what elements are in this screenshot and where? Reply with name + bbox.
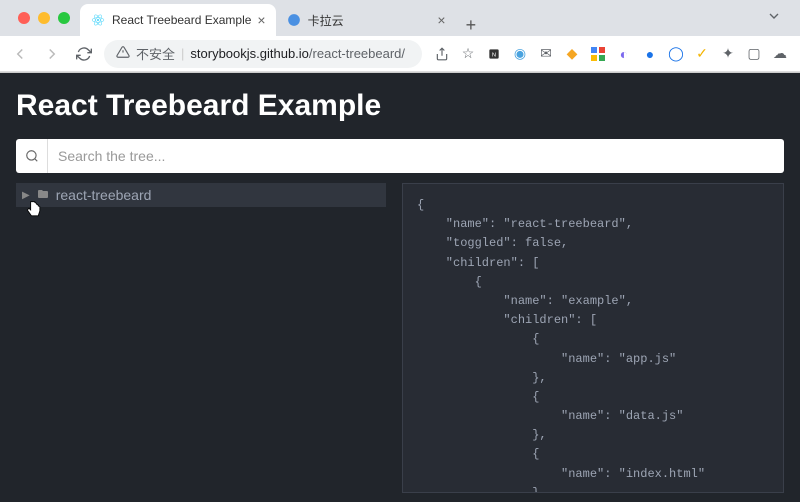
close-tab-icon[interactable]: × (257, 12, 265, 28)
panels: ▶ react-treebeard { "name": "react-treeb… (16, 183, 784, 493)
json-viewer: { "name": "react-treebeard", "toggled": … (402, 183, 784, 493)
caret-right-icon: ▶ (22, 190, 30, 201)
svg-text:N: N (492, 52, 496, 58)
cursor-hand-icon (24, 199, 44, 226)
tab-bar: React Treebeard Example × 卡拉云 × + (0, 0, 800, 36)
address-bar: 不安全 | storybookjs.github.io/react-treebe… (0, 36, 800, 72)
window-controls (8, 12, 80, 24)
tab-label: React Treebeard Example (112, 13, 251, 27)
extensions-icon[interactable]: ✦ (720, 46, 736, 62)
tree-node-root[interactable]: ▶ react-treebeard (16, 183, 386, 207)
extension-icon[interactable]: ◯ (668, 46, 684, 62)
extension-icon[interactable]: ▢ (746, 46, 762, 62)
reload-button[interactable] (72, 42, 96, 66)
not-secure-icon (116, 45, 130, 62)
extension-icon[interactable]: ◐ (616, 46, 632, 62)
minimize-window-button[interactable] (38, 12, 50, 24)
tab-kalayun[interactable]: 卡拉云 × (276, 4, 456, 36)
expand-tabs-icon[interactable] (756, 8, 792, 29)
back-button[interactable] (8, 42, 32, 66)
share-icon[interactable] (434, 46, 450, 62)
tree-node-label: react-treebeard (56, 187, 152, 203)
extension-icon[interactable]: ✓ (694, 46, 710, 62)
close-window-button[interactable] (18, 12, 30, 24)
folder-icon (36, 188, 50, 203)
extension-icon[interactable] (590, 46, 606, 62)
app-content: React Treebeard Example ▶ react-treebear… (0, 73, 800, 502)
bookmark-icon[interactable]: ☆ (460, 46, 476, 62)
extension-icon[interactable]: ☁ (772, 46, 788, 62)
forward-button[interactable] (40, 42, 64, 66)
react-favicon-icon (90, 12, 106, 28)
close-tab-icon[interactable]: × (437, 12, 445, 28)
extension-icon[interactable]: ◉ (512, 46, 528, 62)
search-box (16, 139, 784, 173)
browser-chrome: React Treebeard Example × 卡拉云 × + (0, 0, 800, 73)
toolbar-icons: ☆ N ◉ ✉ ◆ ◐ ● ◯ ✓ ✦ ▢ ☁ (430, 46, 792, 62)
kalayun-favicon-icon (286, 12, 302, 28)
maximize-window-button[interactable] (58, 12, 70, 24)
search-icon (16, 139, 48, 173)
extension-icon[interactable]: N (486, 46, 502, 62)
security-label: 不安全 (136, 44, 175, 63)
tab-label: 卡拉云 (308, 12, 432, 29)
new-tab-button[interactable]: + (456, 15, 487, 36)
tab-react-treebeard[interactable]: React Treebeard Example × (80, 4, 276, 36)
search-input[interactable] (48, 139, 784, 173)
tabs: React Treebeard Example × 卡拉云 × + (80, 0, 756, 36)
page-title: React Treebeard Example (16, 89, 784, 123)
extension-icon[interactable]: ● (642, 46, 658, 62)
url-text: storybookjs.github.io/react-treebeard/ (190, 46, 410, 61)
tree-panel: ▶ react-treebeard (16, 183, 386, 493)
url-input[interactable]: 不安全 | storybookjs.github.io/react-treebe… (104, 40, 422, 68)
extension-icon[interactable]: ◆ (564, 46, 580, 62)
mail-icon[interactable]: ✉ (538, 46, 554, 62)
